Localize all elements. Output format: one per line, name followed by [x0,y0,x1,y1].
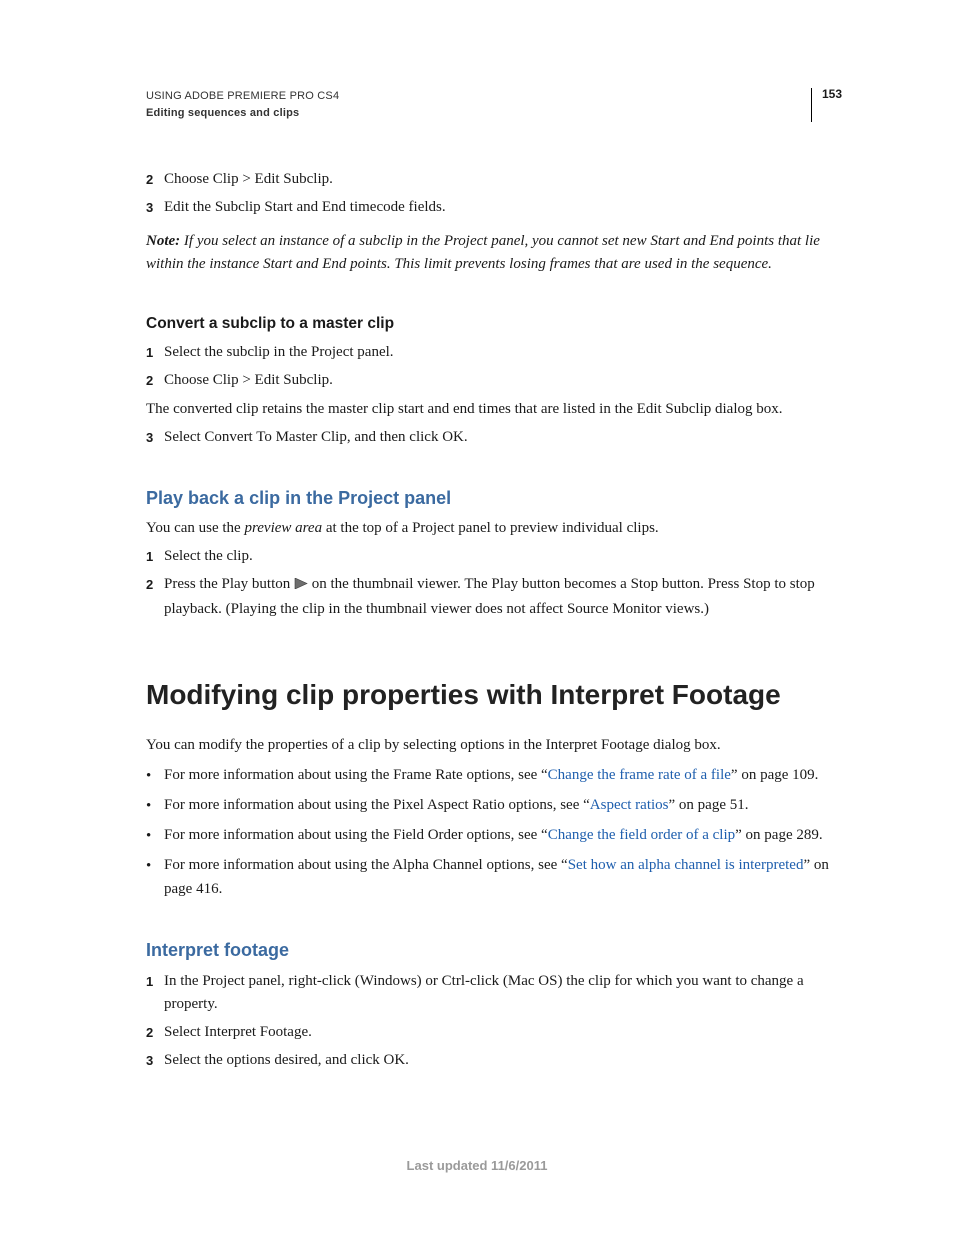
step-text: Select Interpret Footage. [164,1021,842,1044]
text: at the top of a Project panel to preview… [322,520,659,536]
step-number: 2 [146,168,164,191]
link-alpha-channel-interpret[interactable]: Set how an alpha channel is interpreted [568,857,804,873]
page-header: USING ADOBE PREMIERE PRO CS4 Editing seq… [146,88,842,122]
step-number: 2 [146,369,164,392]
link-aspect-ratios[interactable]: Aspect ratios [590,797,669,813]
text: You can use the [146,520,244,536]
list-item: • For more information about using the F… [146,824,842,848]
heading-play-back-clip: Play back a clip in the Project panel [146,485,842,513]
doc-title: USING ADOBE PREMIERE PRO CS4 [146,88,339,105]
list-item: 2 Select Interpret Footage. [146,1021,842,1044]
text: Press the Play button [164,576,294,592]
list-item: 3 Select Convert To Master Clip, and the… [146,426,842,449]
list-item: 3 Select the options desired, and click … [146,1049,842,1072]
step-text: Select Convert To Master Clip, and then … [164,426,842,449]
step-number: 2 [146,573,164,621]
step-number: 3 [146,426,164,449]
note-text: If you select an instance of a subclip i… [146,233,820,272]
paragraph: You can modify the properties of a clip … [146,734,842,757]
page: USING ADOBE PREMIERE PRO CS4 Editing seq… [0,0,954,1235]
list-item: • For more information about using the A… [146,854,842,901]
link-change-field-order[interactable]: Change the field order of a clip [548,827,735,843]
text: For more information about using the Fra… [164,767,548,783]
list-item: 2 Choose Clip > Edit Subclip. [146,168,842,191]
step-number: 3 [146,196,164,219]
text: ” on page 289. [735,827,822,843]
bullet-dot: • [146,824,164,848]
list-item: • For more information about using the F… [146,764,842,788]
text: For more information about using the Alp… [164,857,568,873]
note-label: Note: [146,233,180,249]
bullet-dot: • [146,764,164,788]
bullet-text: For more information about using the Pix… [164,794,842,818]
heading-interpret-footage: Interpret footage [146,937,842,965]
bullet-text: For more information about using the Fie… [164,824,842,848]
bullet-dot: • [146,794,164,818]
list-item: 1 Select the subclip in the Project pane… [146,341,842,364]
footer-last-updated: Last updated 11/6/2011 [0,1158,954,1173]
text: ” on page 51. [669,797,749,813]
step-text: Select the clip. [164,545,842,568]
bullet-dot: • [146,854,164,901]
heading-convert-subclip: Convert a subclip to a master clip [146,312,842,336]
paragraph: The converted clip retains the master cl… [146,398,842,421]
step-text: Press the Play button on the thumbnail v… [164,573,842,621]
heading-modifying-clip-properties: Modifying clip properties with Interpret… [146,673,842,716]
bullet-text: For more information about using the Fra… [164,764,842,788]
content: 2 Choose Clip > Edit Subclip. 3 Edit the… [146,168,842,1073]
step-text: Select the options desired, and click OK… [164,1049,842,1072]
note-paragraph: Note: If you select an instance of a sub… [146,230,842,277]
bullet-text: For more information about using the Alp… [164,854,842,901]
step-number: 1 [146,341,164,364]
step-text: Choose Clip > Edit Subclip. [164,168,842,191]
play-icon [294,574,308,597]
list-item: 1 Select the clip. [146,545,842,568]
step-text: Choose Clip > Edit Subclip. [164,369,842,392]
step-number: 3 [146,1049,164,1072]
page-number: 153 [811,88,842,122]
list-item: 2 Press the Play button on the thumbnail… [146,573,842,621]
chapter-title: Editing sequences and clips [146,105,339,122]
text: For more information about using the Fie… [164,827,548,843]
text: ” on page 109. [731,767,818,783]
link-change-frame-rate[interactable]: Change the frame rate of a file [548,767,731,783]
list-item: • For more information about using the P… [146,794,842,818]
step-number: 2 [146,1021,164,1044]
step-number: 1 [146,970,164,1017]
bullet-list: • For more information about using the F… [146,764,842,901]
text: For more information about using the Pix… [164,797,590,813]
list-item: 3 Edit the Subclip Start and End timecod… [146,196,842,219]
term-preview-area: preview area [244,520,322,536]
step-text: Select the subclip in the Project panel. [164,341,842,364]
paragraph: You can use the preview area at the top … [146,517,842,540]
header-left: USING ADOBE PREMIERE PRO CS4 Editing seq… [146,88,339,121]
step-text: Edit the Subclip Start and End timecode … [164,196,842,219]
step-text: In the Project panel, right-click (Windo… [164,970,842,1017]
list-item: 2 Choose Clip > Edit Subclip. [146,369,842,392]
step-number: 1 [146,545,164,568]
list-item: 1 In the Project panel, right-click (Win… [146,970,842,1017]
